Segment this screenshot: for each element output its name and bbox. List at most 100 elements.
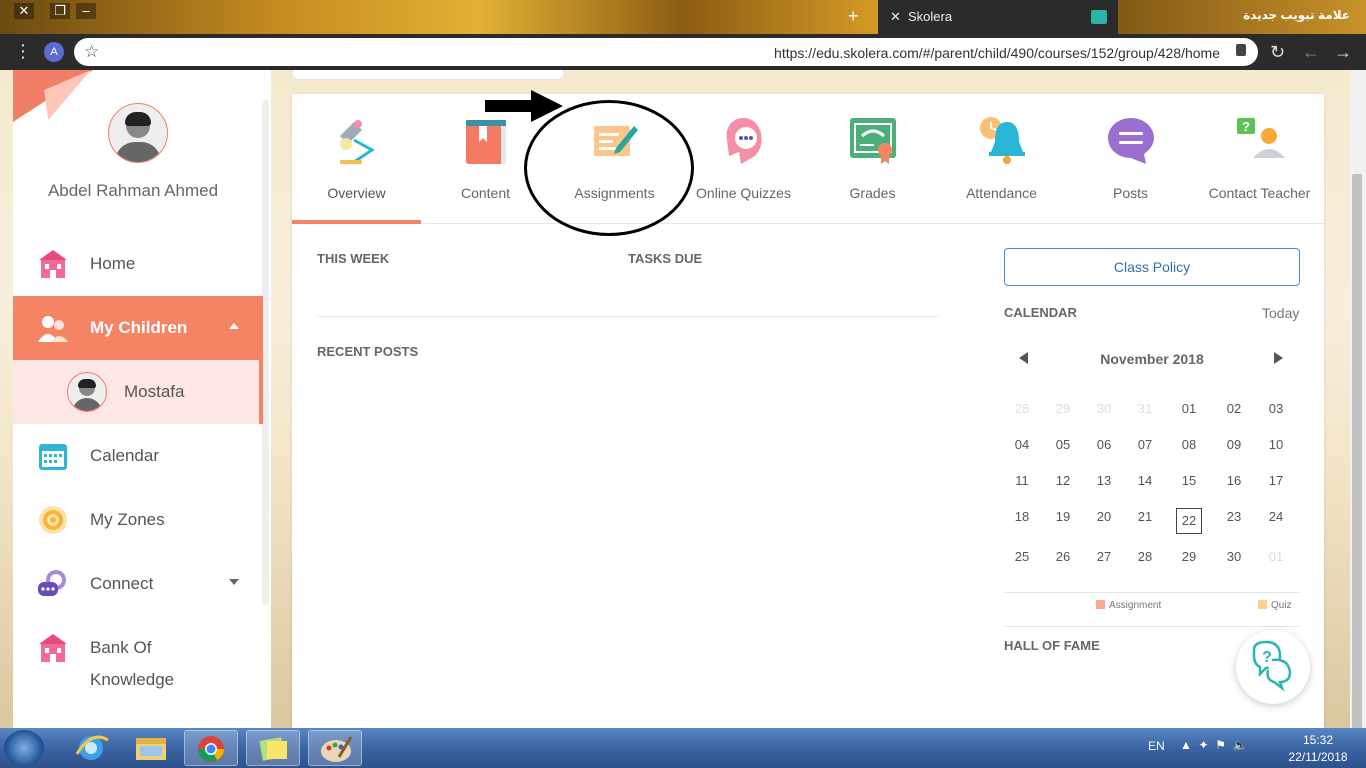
divider	[1004, 626, 1300, 627]
browser-menu-icon[interactable]: ⋮	[14, 42, 32, 60]
collapse-caret-icon[interactable]	[229, 323, 239, 329]
calendar-day[interactable]: 14	[1127, 466, 1163, 502]
start-button-icon[interactable]	[4, 730, 44, 766]
system-tray-icons[interactable]: ▲ ✦ ⚑ 🔈	[1180, 738, 1248, 752]
calendar-day[interactable]: 17	[1258, 466, 1294, 502]
calendar-day[interactable]: 19	[1045, 502, 1081, 538]
calendar-day[interactable]: 01	[1171, 394, 1207, 430]
calendar-month: November 2018	[1100, 351, 1204, 367]
calendar-day[interactable]: 01	[1258, 542, 1294, 578]
calendar-day[interactable]: 23	[1216, 502, 1252, 538]
help-chat-button[interactable]: ?	[1236, 630, 1310, 704]
tab-grades[interactable]: Grades	[808, 94, 937, 224]
forward-icon[interactable]: →	[1334, 42, 1352, 63]
posts-icon	[1108, 118, 1154, 164]
calendar-day[interactable]: 11	[1004, 466, 1040, 502]
children-icon	[38, 316, 68, 342]
tab-contact-teacher[interactable]: ? Contact Teacher	[1195, 94, 1324, 224]
ie-taskbar-icon[interactable]	[64, 730, 118, 766]
calendar-day[interactable]: 02	[1216, 394, 1252, 430]
user-avatar[interactable]	[108, 103, 168, 163]
sidebar-item-bank-of-knowledge[interactable]: Bank Of Knowledge	[13, 616, 263, 696]
paint-taskbar-icon[interactable]	[308, 730, 362, 766]
calendar-day[interactable]: 22	[1171, 502, 1207, 538]
calendar-day[interactable]: 04	[1004, 430, 1040, 466]
calendar-day[interactable]: 12	[1045, 466, 1081, 502]
calendar-day[interactable]: 28	[1127, 542, 1163, 578]
sidebar-item-label: My Zones	[90, 510, 165, 529]
calendar-day[interactable]: 05	[1045, 430, 1081, 466]
language-indicator[interactable]: EN	[1148, 739, 1165, 753]
calendar-day[interactable]: 29	[1171, 542, 1207, 578]
calendar-day[interactable]: 03	[1258, 394, 1294, 430]
browser-tab-active[interactable]: ✕ Skolera	[878, 0, 1118, 34]
sidebar-item-my-zones[interactable]: My Zones	[13, 488, 263, 552]
calendar-week: 18 19 20 21 22 23 24	[1004, 502, 1300, 538]
tasks-due-heading: TASKS DUE	[628, 251, 703, 266]
browser-tab-new[interactable]: علامة تبويب جديدة	[1200, 8, 1350, 22]
close-window-icon[interactable]: ✕	[14, 3, 34, 19]
calendar-day[interactable]: 29	[1045, 394, 1081, 430]
new-tab-button[interactable]: +	[848, 6, 859, 27]
calendar-day[interactable]: 30	[1216, 542, 1252, 578]
page-scrollbar[interactable]	[1350, 70, 1366, 740]
sidebar-item-calendar[interactable]: Calendar	[13, 424, 263, 488]
sidebar-item-home[interactable]: Home	[13, 232, 263, 296]
tab-attendance[interactable]: Attendance	[937, 94, 1066, 224]
calendar-day[interactable]: 07	[1127, 430, 1163, 466]
lock-icon	[1236, 44, 1246, 56]
recent-posts-heading: RECENT POSTS	[317, 344, 419, 359]
calendar-day[interactable]: 26	[1045, 542, 1081, 578]
expand-caret-icon[interactable]	[229, 579, 239, 585]
tab-overview[interactable]: Overview	[292, 94, 421, 224]
minimize-window-icon[interactable]: –	[76, 3, 96, 19]
user-name: Abdel Rahman Ahmed	[47, 181, 219, 200]
restore-window-icon[interactable]: ❐	[50, 3, 70, 19]
bookmark-star-icon[interactable]: ☆	[84, 42, 99, 62]
today-link[interactable]: Today	[1262, 305, 1299, 321]
calendar-day[interactable]: 20	[1086, 502, 1122, 538]
quiz-icon	[726, 118, 762, 164]
calendar-day[interactable]: 13	[1086, 466, 1122, 502]
calendar-day[interactable]: 27	[1086, 542, 1122, 578]
calendar-day[interactable]: 25	[1004, 542, 1040, 578]
avatar	[67, 372, 107, 412]
prev-month-icon[interactable]	[1019, 352, 1028, 364]
calendar-day[interactable]: 06	[1086, 430, 1122, 466]
clock-time[interactable]: 15:32	[1280, 733, 1356, 747]
calendar-day[interactable]: 21	[1127, 502, 1163, 538]
profile-avatar-button[interactable]: A	[44, 42, 64, 62]
sidebar-scrollbar[interactable]	[262, 100, 269, 605]
calendar-day[interactable]: 09	[1216, 430, 1252, 466]
svg-text:?: ?	[1262, 649, 1272, 666]
close-tab-icon[interactable]: ✕	[890, 9, 901, 25]
explorer-taskbar-icon[interactable]	[124, 730, 178, 766]
lamp-icon	[340, 120, 375, 164]
tab-posts[interactable]: Posts	[1066, 94, 1195, 224]
calendar-day[interactable]: 08	[1171, 430, 1207, 466]
calendar-day[interactable]: 31	[1127, 394, 1163, 430]
url-text[interactable]: https://edu.skolera.com/#/parent/child/4…	[774, 45, 1220, 61]
back-icon[interactable]: ←	[1302, 42, 1320, 63]
next-month-icon[interactable]	[1274, 352, 1283, 364]
calendar-day[interactable]: 30	[1086, 394, 1122, 430]
calendar-day[interactable]: 28	[1004, 394, 1040, 430]
sidebar-item-my-children[interactable]: My Children	[13, 296, 263, 360]
calendar-day[interactable]: 15	[1171, 466, 1207, 502]
chrome-taskbar-icon[interactable]	[184, 730, 238, 766]
course-card: Overview Content Assignments Online Quiz…	[292, 94, 1324, 728]
sidebar-item-child-mostafa[interactable]: Mostafa	[13, 360, 263, 424]
class-policy-button[interactable]: Class Policy	[1004, 248, 1300, 286]
calendar-day[interactable]: 10	[1258, 430, 1294, 466]
tab-online-quizzes[interactable]: Online Quizzes	[679, 94, 808, 224]
clock-date[interactable]: 22/11/2018	[1280, 750, 1356, 764]
scrollbar-thumb[interactable]	[1352, 174, 1362, 740]
reload-icon[interactable]: ↻	[1270, 42, 1285, 63]
sidebar-item-connect[interactable]: Connect	[13, 552, 263, 616]
calendar-day[interactable]: 16	[1216, 466, 1252, 502]
legend-label: Assignment	[1109, 600, 1162, 611]
calendar-day[interactable]: 18	[1004, 502, 1040, 538]
calendar-day[interactable]: 24	[1258, 502, 1294, 538]
sticky-notes-taskbar-icon[interactable]	[246, 730, 300, 766]
address-bar[interactable]: ☆ https://edu.skolera.com/#/parent/child…	[74, 38, 1258, 66]
